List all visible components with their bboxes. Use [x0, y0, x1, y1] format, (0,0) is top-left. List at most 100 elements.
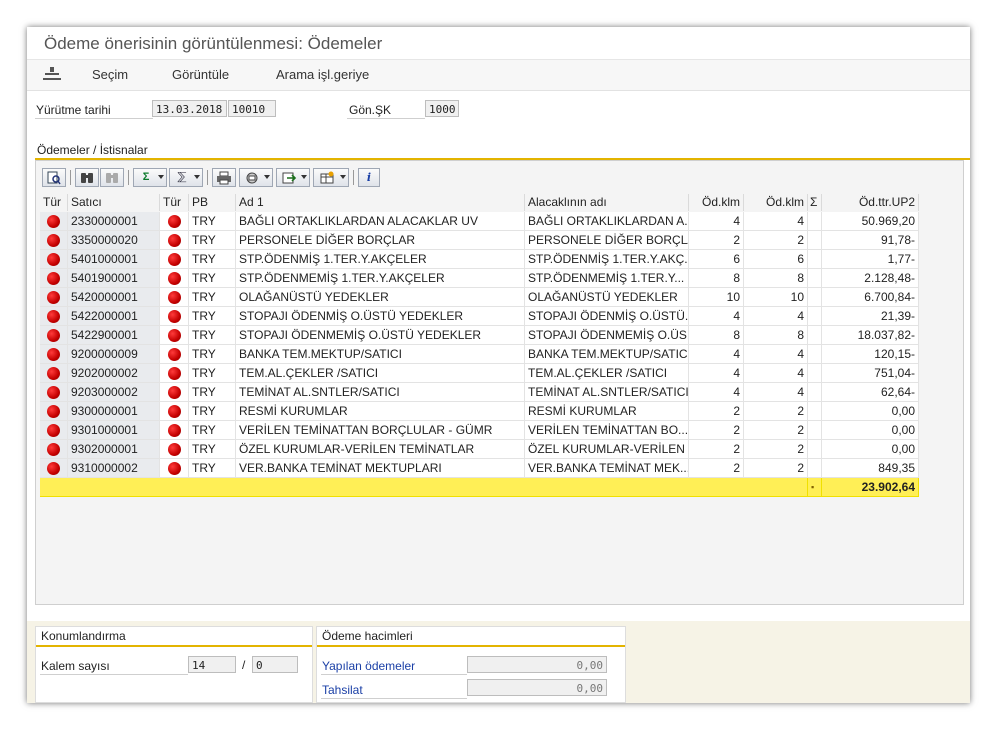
cell-sum-marker[interactable]	[808, 459, 822, 478]
table-row[interactable]: 3350000020 TRY PERSONELE DİĞER BORÇLAR PERS…	[40, 231, 923, 250]
col-header-payee[interactable]: Alacaklının adı	[525, 194, 689, 211]
cell-payee[interactable]: TEMİNAT AL.SNTLER/SATICI	[525, 383, 689, 402]
cell-currency[interactable]: TRY	[189, 421, 236, 440]
cell-sum-marker[interactable]	[808, 364, 822, 383]
cell-currency[interactable]: TRY	[189, 212, 236, 231]
exec-id-field[interactable]: 10010	[228, 100, 276, 117]
table-row[interactable]: 9200000009 TRY BANKA TEM.MEKTUP/SATICI BANK…	[40, 345, 923, 364]
col-header-items1[interactable]: Öd.klm	[689, 194, 744, 211]
cell-payee[interactable]: PERSONELE DİĞER BORÇLAR	[525, 231, 689, 250]
table-row[interactable]: 9203000002 TRY TEMİNAT AL.SNTLER/SATICI TEM…	[40, 383, 923, 402]
cell-payee[interactable]: STP.ÖDENMİŞ 1.TER.Y.AKÇ...	[525, 250, 689, 269]
cell-vendor[interactable]: 5401900001	[68, 269, 160, 288]
cell-currency[interactable]: TRY	[189, 345, 236, 364]
export-icon[interactable]	[276, 168, 310, 187]
item-count-field[interactable]: 14	[188, 656, 236, 673]
cell-payee[interactable]: STOPAJI ÖDENMEMİŞ O.ÜS...	[525, 326, 689, 345]
cell-items1[interactable]: 4	[689, 383, 744, 402]
cell-items2[interactable]: 2	[744, 459, 808, 478]
cell-amount[interactable]: 1,77-	[822, 250, 919, 269]
views-icon[interactable]	[239, 168, 273, 187]
cell-amount[interactable]: 18.037,82-	[822, 326, 919, 345]
cell-payee[interactable]: ÖZEL KURUMLAR-VERİLEN ...	[525, 440, 689, 459]
print-icon[interactable]	[212, 168, 236, 187]
table-row[interactable]: 9302000001 TRY ÖZEL KURUMLAR-VERİLEN TEMİN…	[40, 440, 923, 459]
cell-items1[interactable]: 10	[689, 288, 744, 307]
cell-vendor[interactable]: 2330000001	[68, 212, 160, 231]
col-header-type[interactable]: Tür	[40, 194, 68, 211]
collections-label[interactable]: Tahsilat	[322, 683, 363, 697]
sender-cc-field[interactable]: 1000	[425, 100, 459, 117]
cell-amount[interactable]: 0,00	[822, 402, 919, 421]
tab-payments-exceptions[interactable]: Ödemeler / İstisnalar	[37, 143, 148, 157]
cell-amount[interactable]: 751,04-	[822, 364, 919, 383]
cell-payee[interactable]: BANKA TEM.MEKTUP/SATICI	[525, 345, 689, 364]
cell-currency[interactable]: TRY	[189, 250, 236, 269]
cell-sum-marker[interactable]	[808, 345, 822, 364]
cell-currency[interactable]: TRY	[189, 402, 236, 421]
cell-currency[interactable]: TRY	[189, 307, 236, 326]
cell-payee[interactable]: VER.BANKA TEMİNAT MEK...	[525, 459, 689, 478]
cell-amount[interactable]: 2.128,48-	[822, 269, 919, 288]
cell-items1[interactable]: 2	[689, 421, 744, 440]
table-row[interactable]: 9300000001 TRY RESMİ KURUMLAR RESMİ KURUMLA…	[40, 402, 923, 421]
cell-name1[interactable]: PERSONELE DİĞER BORÇLAR	[236, 231, 525, 250]
cell-items2[interactable]: 10	[744, 288, 808, 307]
table-row[interactable]: 2330000001 TRY BAĞLI ORTAKLIKLARDAN ALACAK…	[40, 212, 923, 231]
table-row[interactable]: 5422900001 TRY STOPAJI ÖDENMEMİŞ O.ÜSTÜ YE…	[40, 326, 923, 345]
cell-vendor[interactable]: 9310000002	[68, 459, 160, 478]
cell-name1[interactable]: STOPAJI ÖDENMEMİŞ O.ÜSTÜ YEDEKLER	[236, 326, 525, 345]
menu-item-selection[interactable]: Seçim	[92, 67, 128, 82]
cell-items1[interactable]: 4	[689, 212, 744, 231]
cell-currency[interactable]: TRY	[189, 440, 236, 459]
cell-items2[interactable]: 4	[744, 364, 808, 383]
find-next-icon[interactable]	[100, 168, 124, 187]
col-header-items2[interactable]: Öd.klm	[744, 194, 808, 211]
cell-sum-marker[interactable]	[808, 440, 822, 459]
cell-vendor[interactable]: 3350000020	[68, 231, 160, 250]
cell-sum-marker[interactable]	[808, 402, 822, 421]
cell-items1[interactable]: 2	[689, 402, 744, 421]
col-header-amount[interactable]: Öd.ttr.UP2	[822, 194, 919, 211]
cell-currency[interactable]: TRY	[189, 231, 236, 250]
table-row[interactable]: 9202000002 TRY TEM.AL.ÇEKLER /SATICI TEM.AL…	[40, 364, 923, 383]
cell-items1[interactable]: 8	[689, 326, 744, 345]
cell-items2[interactable]: 2	[744, 231, 808, 250]
cell-vendor[interactable]: 5422900001	[68, 326, 160, 345]
cell-items1[interactable]: 6	[689, 250, 744, 269]
cell-items2[interactable]: 2	[744, 421, 808, 440]
cell-items2[interactable]: 4	[744, 212, 808, 231]
cell-name1[interactable]: VERİLEN TEMİNATTAN BORÇLULAR - GÜMR	[236, 421, 525, 440]
cell-items1[interactable]: 8	[689, 269, 744, 288]
cell-name1[interactable]: ÖZEL KURUMLAR-VERİLEN TEMİNATLAR	[236, 440, 525, 459]
cell-name1[interactable]: TEM.AL.ÇEKLER /SATICI	[236, 364, 525, 383]
table-row[interactable]: 5401900001 TRY STP.ÖDENMEMİŞ 1.TER.Y.AKÇEL…	[40, 269, 923, 288]
payments-made-label[interactable]: Yapılan ödemeler	[322, 659, 415, 673]
cell-amount[interactable]: 62,64-	[822, 383, 919, 402]
cell-sum-marker[interactable]	[808, 212, 822, 231]
table-row[interactable]: 5420000001 TRY OLAĞANÜSTÜ YEDEKLER OLAĞANÜS…	[40, 288, 923, 307]
cell-payee[interactable]: BAĞLI ORTAKLIKLARDAN A...	[525, 212, 689, 231]
cell-sum-marker[interactable]	[808, 307, 822, 326]
menu-item-view[interactable]: Görüntüle	[172, 67, 229, 82]
cell-items1[interactable]: 2	[689, 459, 744, 478]
cell-vendor[interactable]: 9202000002	[68, 364, 160, 383]
cell-vendor[interactable]: 5420000001	[68, 288, 160, 307]
cell-amount[interactable]: 849,35	[822, 459, 919, 478]
cell-amount[interactable]: 50.969,20	[822, 212, 919, 231]
cell-sum-marker[interactable]	[808, 421, 822, 440]
cell-name1[interactable]: TEMİNAT AL.SNTLER/SATICI	[236, 383, 525, 402]
cell-currency[interactable]: TRY	[189, 288, 236, 307]
col-header-name1[interactable]: Ad 1	[236, 194, 525, 211]
table-row[interactable]: 9301000001 TRY VERİLEN TEMİNATTAN BORÇLULA…	[40, 421, 923, 440]
cell-amount[interactable]: 0,00	[822, 421, 919, 440]
cell-items2[interactable]: 4	[744, 345, 808, 364]
cell-payee[interactable]: TEM.AL.ÇEKLER /SATICI	[525, 364, 689, 383]
cell-currency[interactable]: TRY	[189, 269, 236, 288]
col-header-sum-marker[interactable]: Σ	[808, 194, 822, 211]
cell-items2[interactable]: 4	[744, 383, 808, 402]
col-header-vendor[interactable]: Satıcı	[68, 194, 160, 211]
cell-amount[interactable]: 6.700,84-	[822, 288, 919, 307]
cell-items1[interactable]: 4	[689, 307, 744, 326]
cell-amount[interactable]: 120,15-	[822, 345, 919, 364]
